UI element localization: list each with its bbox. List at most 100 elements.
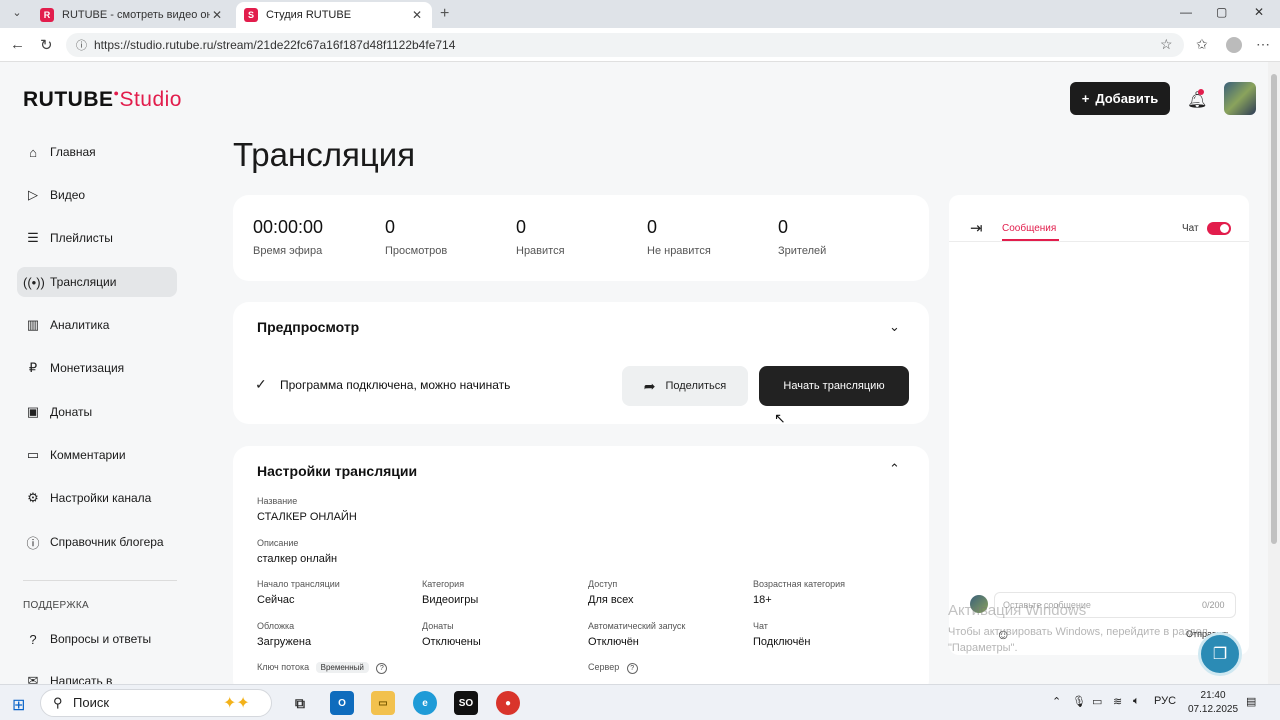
task-view-icon[interactable]: ⧉ bbox=[288, 691, 312, 715]
battery-icon[interactable]: ▭ bbox=[1092, 695, 1102, 708]
field-value: 18+ bbox=[753, 594, 772, 606]
favorites-icon[interactable]: ✩ bbox=[1196, 36, 1208, 53]
stat-label: Зрителей bbox=[778, 245, 827, 257]
notification-dot bbox=[1198, 89, 1204, 95]
stat-value: 0 bbox=[778, 217, 789, 237]
edge-icon[interactable]: e bbox=[413, 691, 437, 715]
rutube-studio-logo[interactable]: RUTUBE●Studio bbox=[23, 88, 182, 112]
reload-icon[interactable]: ↻ bbox=[40, 36, 53, 54]
stat-value: 0 bbox=[385, 217, 396, 237]
file-explorer-icon[interactable]: ▭ bbox=[371, 691, 395, 715]
chat-toggle[interactable] bbox=[1207, 222, 1231, 235]
field-server: Сервер ? bbox=[588, 662, 638, 674]
field-stream-key: Ключ потока Временный ? bbox=[257, 662, 388, 674]
tab-title: Студия RUTUBE bbox=[266, 9, 352, 21]
chat-panel: ⇥ Сообщения Чат bbox=[949, 195, 1249, 655]
page-title: Трансляция bbox=[233, 136, 416, 173]
stat-label: Нравится bbox=[516, 245, 565, 257]
scrollbar-thumb[interactable] bbox=[1271, 74, 1277, 544]
start-broadcast-button[interactable]: Начать трансляцию bbox=[759, 366, 909, 406]
collapse-panel-icon[interactable]: ⇥ bbox=[970, 219, 983, 237]
browser-profile-avatar[interactable] bbox=[1226, 37, 1242, 53]
sidebar-item-channel-settings[interactable]: ⚙ Настройки канала bbox=[17, 483, 177, 513]
tab-list-chevron-icon[interactable]: ⌄ bbox=[8, 6, 26, 22]
field-label: Автоматический запуск bbox=[588, 621, 686, 631]
video-icon: ▷ bbox=[28, 187, 38, 202]
url-field[interactable]: ⓘ https://studio.rutube.ru/stream/21de22… bbox=[66, 33, 1184, 57]
wallet-icon: ▣ bbox=[26, 404, 40, 419]
add-button[interactable]: + Добавить bbox=[1070, 82, 1170, 115]
browser-tab-studio[interactable]: S Студия RUTUBE ✕ bbox=[236, 2, 432, 28]
stat-views: 0 Просмотров bbox=[385, 217, 447, 257]
sidebar-item-playlists[interactable]: ☰ Плейлисты bbox=[17, 223, 177, 253]
sidebar-item-label: Плейлисты bbox=[50, 231, 113, 245]
sidebar-item-broadcasts[interactable]: ((•)) Трансляции bbox=[17, 267, 177, 297]
obs-icon[interactable]: ● bbox=[496, 691, 520, 715]
taskbar-search[interactable]: ⚲ Поиск ✦✦ bbox=[40, 689, 272, 717]
question-icon: ? bbox=[29, 631, 37, 647]
chevron-down-icon[interactable]: ⌄ bbox=[889, 319, 900, 335]
windows-taskbar: ⊞ ⚲ Поиск ✦✦ ⧉ O ▭ e SO ● ⌃ 🎙︎ ▭ ≋ 🔈︎ РУ… bbox=[0, 684, 1280, 720]
sidebar-item-label: Справочник блогера bbox=[50, 535, 164, 549]
field-label: Чат bbox=[753, 621, 768, 631]
field-label: Ключ потока bbox=[257, 662, 310, 672]
clock[interactable]: 21:40 07.12.2025 bbox=[1188, 689, 1238, 717]
chevron-up-icon[interactable]: ⌃ bbox=[889, 461, 900, 477]
sidebar-item-blogger-guide[interactable]: ⓘ Справочник блогера bbox=[17, 527, 177, 557]
plus-icon: + bbox=[1081, 91, 1090, 106]
share-button[interactable]: ➦ Поделиться bbox=[622, 366, 748, 406]
page-scrollbar[interactable] bbox=[1268, 62, 1280, 684]
sidebar-item-comments[interactable]: ▭ Комментарии bbox=[17, 440, 177, 470]
sidebar-item-monetization[interactable]: ₽ Монетизация bbox=[17, 353, 177, 383]
avatar[interactable] bbox=[1224, 82, 1256, 115]
volume-icon[interactable]: 🔈︎ bbox=[1133, 695, 1140, 708]
field-start-time: Начало трансляции Сейчас bbox=[257, 579, 340, 606]
windows-start-icon[interactable]: ⊞ bbox=[12, 695, 25, 715]
sidebar-item-label: Написать в bbox=[50, 674, 113, 684]
language-indicator[interactable]: РУС bbox=[1154, 695, 1176, 707]
home-icon: ⌂ bbox=[29, 144, 37, 160]
notifications-icon[interactable]: ▤ bbox=[1246, 695, 1256, 708]
back-arrow-icon[interactable]: ← bbox=[10, 36, 25, 53]
field-value: Подключён bbox=[753, 636, 811, 648]
maximize-icon[interactable]: ▢ bbox=[1216, 5, 1227, 19]
bookmark-star-icon[interactable]: ☆ bbox=[1160, 36, 1173, 53]
minimize-icon[interactable]: — bbox=[1180, 5, 1192, 19]
sidebar-item-faq[interactable]: ? Вопросы и ответы bbox=[17, 624, 177, 654]
sidebar-item-video[interactable]: ▷ Видео bbox=[17, 180, 177, 210]
window-close-icon[interactable]: ✕ bbox=[1254, 5, 1264, 19]
close-icon[interactable]: ✕ bbox=[410, 8, 424, 22]
field-value: Отключены bbox=[422, 636, 481, 648]
bell-icon[interactable]: 🔔︎ bbox=[1187, 90, 1207, 110]
support-chat-fab[interactable]: ❐ bbox=[1198, 632, 1242, 676]
tray-chevron-icon[interactable]: ⌃ bbox=[1052, 695, 1061, 708]
sidebar-item-donations[interactable]: ▣ Донаты bbox=[17, 397, 177, 427]
stat-label: Время эфира bbox=[253, 245, 323, 257]
broadcast-icon: ((•)) bbox=[23, 274, 45, 290]
outlook-icon[interactable]: O bbox=[330, 691, 354, 715]
sidebar-item-label: Донаты bbox=[50, 405, 93, 419]
sidebar-item-write-support[interactable]: ✉ Написать в bbox=[17, 666, 177, 684]
stat-label: Не нравится bbox=[647, 245, 711, 257]
field-chat: Чат Подключён bbox=[753, 621, 811, 648]
close-icon[interactable]: ✕ bbox=[210, 8, 224, 22]
stalker-online-icon[interactable]: SO bbox=[454, 691, 478, 715]
stat-value: 0 bbox=[647, 217, 658, 237]
char-counter: 0/200 bbox=[1202, 600, 1225, 610]
site-info-icon[interactable]: ⓘ bbox=[76, 37, 87, 53]
more-menu-icon[interactable]: ⋯ bbox=[1256, 36, 1270, 53]
wifi-icon[interactable]: ≋ bbox=[1113, 695, 1122, 708]
sidebar-item-home[interactable]: ⌂ Главная bbox=[17, 137, 177, 167]
browser-tab-rutube[interactable]: R RUTUBE - смотреть видео онлай ✕ bbox=[32, 2, 232, 28]
address-bar: ← ↻ ⓘ https://studio.rutube.ru/stream/21… bbox=[0, 28, 1280, 62]
stat-viewers: 0 Зрителей bbox=[778, 217, 826, 257]
help-icon[interactable]: ? bbox=[626, 663, 638, 674]
help-icon[interactable]: ? bbox=[376, 663, 388, 674]
microphone-icon[interactable]: 🎙︎ bbox=[1072, 695, 1086, 708]
field-value: сталкер онлайн bbox=[257, 553, 338, 565]
tab-messages[interactable]: Сообщения bbox=[1002, 223, 1056, 234]
new-tab-plus-icon[interactable]: + bbox=[440, 5, 449, 23]
sidebar-item-analytics[interactable]: ▥ Аналитика bbox=[17, 310, 177, 340]
field-description: Описание сталкер онлайн bbox=[257, 538, 337, 565]
field-cover: Обложка Загружена bbox=[257, 621, 311, 648]
